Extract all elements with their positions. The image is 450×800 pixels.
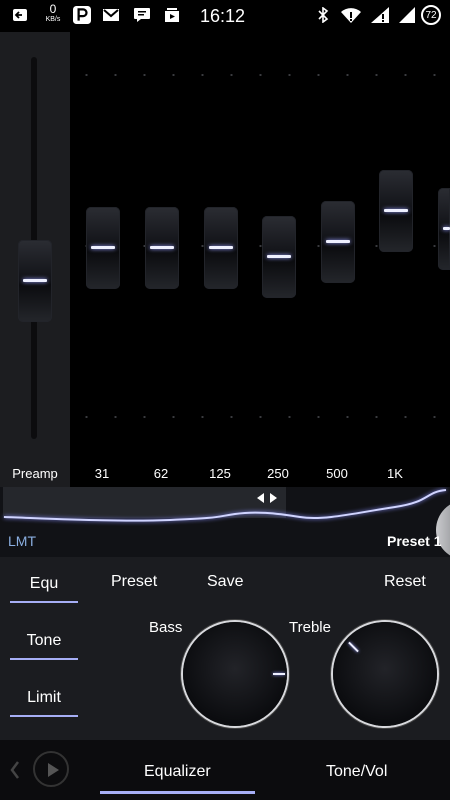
bass-label: Bass [149, 619, 183, 636]
band-label-500: 500 [326, 466, 348, 481]
cell-signal-icon [371, 7, 389, 23]
band-slider-31[interactable] [86, 207, 120, 289]
network-speed-value: 0 [49, 2, 57, 16]
video-library-icon [165, 8, 179, 22]
battery-level: 72 [425, 10, 437, 21]
band-slider-62[interactable] [145, 207, 179, 289]
p-app-icon [73, 6, 91, 24]
preamp-slider-knob[interactable] [18, 240, 52, 322]
play-icon [48, 763, 59, 777]
tab-tone-vol[interactable]: Tone/Vol [326, 763, 387, 781]
grid-line-bottom [72, 416, 450, 418]
tab-tone-label: Tone [26, 632, 62, 649]
tab-equalizer-underline [100, 791, 255, 794]
tab-limit-underline [10, 715, 78, 717]
tab-equalizer[interactable]: Equalizer [144, 763, 211, 781]
band-label-62: 62 [153, 466, 169, 481]
band-label-31: 31 [94, 466, 110, 481]
gmail-icon [103, 9, 119, 21]
tab-tone-underline [10, 658, 78, 660]
back-arrow-notification-icon [13, 9, 27, 21]
wifi-icon [341, 8, 361, 23]
network-speed-unit: KB/s [45, 16, 61, 23]
network-speed: 0 KB/s [41, 3, 65, 24]
band-label-250: 250 [267, 466, 289, 481]
status-bar: 0 KB/s 16:12 72 [0, 0, 450, 32]
limiter-indicator: LMT [8, 533, 36, 549]
message-icon [134, 8, 150, 22]
tab-limit[interactable]: Limit [10, 689, 78, 717]
band-slider-250[interactable] [262, 216, 296, 298]
equalizer-bands-panel [70, 32, 450, 487]
chevron-left-icon[interactable] [8, 760, 22, 780]
tab-equ[interactable]: Equ [10, 575, 78, 603]
save-button[interactable]: Save [207, 573, 243, 591]
band-slider-partial[interactable] [438, 188, 450, 270]
clock: 16:12 [200, 6, 246, 26]
tab-tone[interactable]: Tone [10, 632, 78, 660]
data-arrows-icon [399, 7, 415, 23]
play-button[interactable] [33, 751, 69, 787]
bass-knob[interactable] [183, 622, 287, 726]
reset-button[interactable]: Reset [384, 573, 426, 591]
band-label-1k: 1K [387, 466, 403, 481]
tab-limit-label: Limit [27, 689, 61, 706]
treble-knob[interactable] [333, 622, 437, 726]
treble-knob-indicator [348, 641, 359, 653]
grid-line-top [72, 74, 450, 76]
band-label-125: 125 [209, 466, 231, 481]
band-slider-500[interactable] [321, 201, 355, 283]
eq-curve-line [3, 489, 447, 522]
tab-equ-underline [10, 601, 78, 603]
current-preset-name: Preset 1 [387, 533, 442, 549]
battery-icon: 72 [421, 5, 441, 25]
preamp-label: Preamp [12, 466, 58, 481]
bluetooth-icon [318, 7, 329, 23]
band-slider-125[interactable] [204, 207, 238, 289]
tab-equ-label: Equ [29, 575, 59, 592]
preset-button[interactable]: Preset [111, 573, 157, 591]
band-slider-1k[interactable] [379, 170, 413, 252]
treble-label: Treble [289, 619, 331, 636]
bass-knob-indicator [273, 673, 285, 675]
